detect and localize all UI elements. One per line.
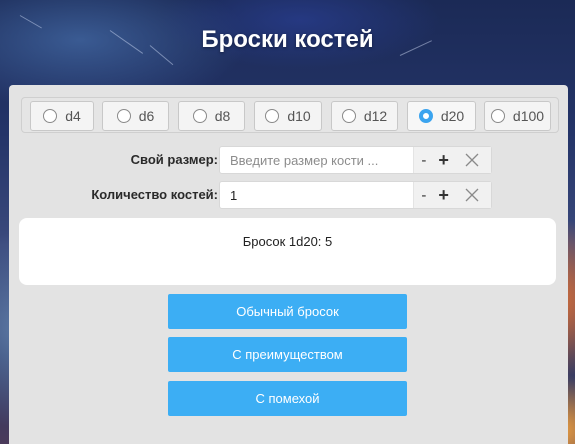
die-option-d10[interactable]: d10	[254, 101, 322, 131]
disadvantage-roll-button[interactable]: С помехой	[168, 381, 407, 416]
close-icon[interactable]	[454, 147, 492, 173]
radio-icon	[490, 109, 505, 123]
roll-result-box: Бросок 1d20: 5	[19, 218, 556, 285]
die-label: d20	[440, 108, 465, 124]
dice-count-input[interactable]	[220, 182, 415, 208]
dice-count-row: Количество костей: - +	[9, 181, 568, 209]
normal-roll-button[interactable]: Обычный бросок	[168, 294, 407, 329]
die-label: d100	[512, 108, 545, 124]
decrement-button[interactable]: -	[414, 182, 434, 208]
die-option-d8[interactable]: d8	[178, 101, 245, 131]
custom-size-row: Свой размер: - +	[9, 146, 568, 174]
die-option-d100[interactable]: d100	[484, 101, 551, 131]
increment-button[interactable]: +	[434, 147, 454, 173]
custom-size-field: - +	[219, 146, 492, 174]
die-option-d12[interactable]: d12	[331, 101, 398, 131]
custom-size-stepper: - +	[413, 147, 491, 173]
custom-size-input[interactable]	[220, 147, 415, 173]
page-header: Броски костей	[0, 0, 575, 80]
roll-result-text: Бросок 1d20: 5	[242, 234, 333, 249]
die-label: d12	[363, 108, 388, 124]
radio-icon	[192, 109, 207, 123]
dice-count-field: - +	[219, 181, 492, 209]
die-option-d4[interactable]: d4	[30, 101, 94, 131]
radio-selected-icon	[418, 109, 433, 123]
dice-count-stepper: - +	[413, 182, 491, 208]
custom-size-label: Свой размер:	[130, 152, 218, 167]
dice-panel: d4 d6 d8 d10 d12 d20 d100 Свой размер: В…	[9, 85, 568, 444]
die-option-d20[interactable]: d20	[407, 101, 476, 131]
dice-type-group: d4 d6 d8 d10 d12 d20 d100	[21, 97, 559, 133]
radio-icon	[265, 109, 280, 123]
die-label: d8	[214, 108, 231, 124]
die-label: d4	[65, 108, 81, 124]
radio-icon	[341, 109, 356, 123]
radio-icon	[43, 109, 58, 123]
radio-icon	[116, 109, 131, 123]
die-label: d6	[138, 108, 155, 124]
dice-count-label: Количество костей:	[91, 187, 218, 202]
close-icon[interactable]	[454, 182, 492, 208]
increment-button[interactable]: +	[434, 182, 454, 208]
page-title: Броски костей	[201, 26, 374, 53]
decrement-button[interactable]: -	[414, 147, 434, 173]
die-label: d10	[287, 108, 311, 124]
die-option-d6[interactable]: d6	[102, 101, 169, 131]
advantage-roll-button[interactable]: С преимуществом	[168, 337, 407, 372]
